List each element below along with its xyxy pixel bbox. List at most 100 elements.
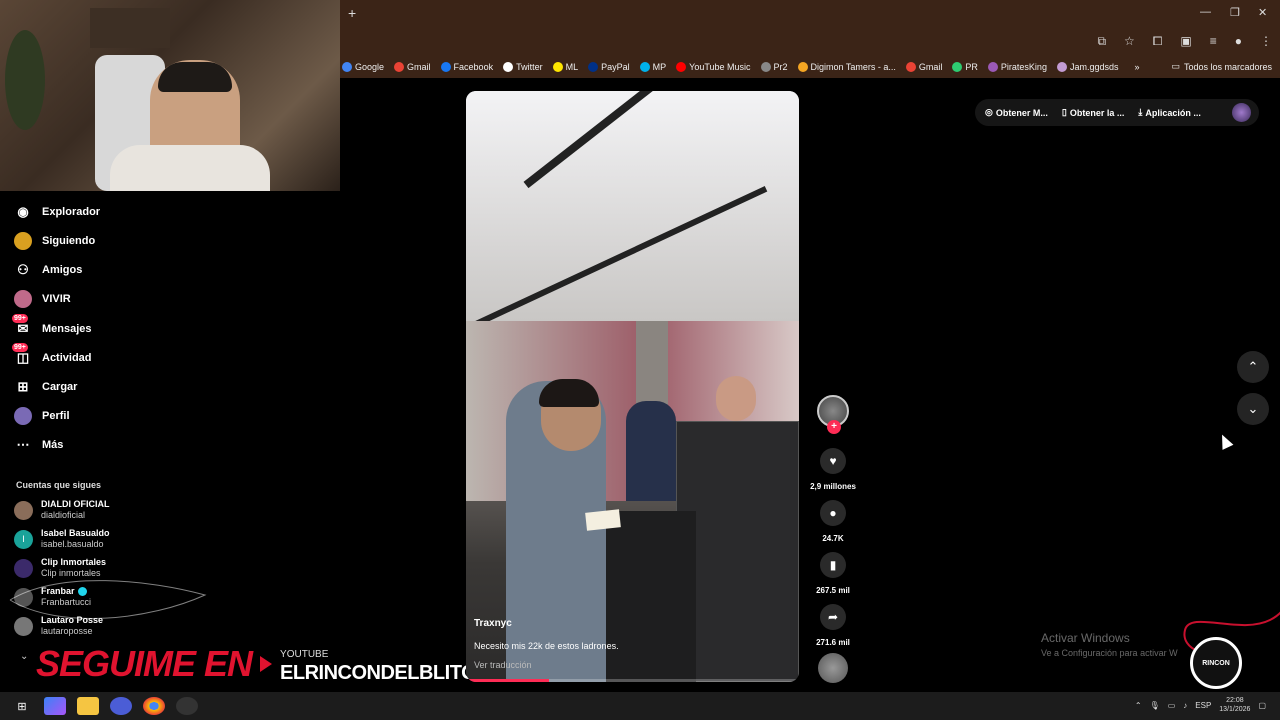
sidebar-item-label: VIVIR — [42, 293, 71, 305]
copilot-icon[interactable] — [44, 697, 66, 715]
user-avatar[interactable] — [1232, 103, 1251, 122]
bookmark-favicon-icon — [905, 62, 916, 72]
translate-icon[interactable]: ▣ — [1180, 34, 1191, 49]
previous-video-button[interactable]: ⌃ — [1237, 351, 1269, 383]
follow-plus-icon[interactable]: + — [827, 420, 841, 434]
show-more-chevron-icon[interactable]: ⌄ — [20, 651, 28, 662]
bookmark-item[interactable]: Pr2 — [760, 62, 788, 72]
chevron-up-icon: ⌃ — [1247, 359, 1259, 374]
bookmark-item[interactable]: Gmail — [905, 62, 942, 72]
windows-taskbar: ⊞ ⌃ 🎙 ▭ ♪ ESP 22:08 13/1/2026 ▢ — [0, 692, 1280, 720]
desktop-app-button[interactable]: ⤓ Aplicación ... — [1138, 107, 1201, 118]
windows-start-icon[interactable]: ⊞ — [11, 697, 33, 715]
avatar — [14, 500, 33, 520]
bookmark-star-icon[interactable]: ☆ — [1124, 34, 1135, 49]
promo-channel: ELRINCONDELBLITO — [280, 662, 477, 684]
bookmark-favicon-icon — [639, 62, 650, 72]
bookmark-item[interactable]: ML — [552, 62, 579, 72]
windows-activation-watermark: Activar Windows Ve a Configuración para … — [1041, 631, 1178, 658]
sidebar-item-label: Siguiendo — [42, 235, 96, 247]
clock-time: 22:08 — [1226, 697, 1244, 704]
bookmark-item[interactable]: Google — [342, 62, 384, 72]
see-translation-link[interactable]: Ver traducción — [474, 660, 792, 670]
clock[interactable]: 22:08 13/1/2026 — [1219, 696, 1250, 714]
account-name: DIALDI OFICIAL — [41, 499, 110, 509]
like-button[interactable]: ♥ — [820, 448, 846, 474]
maximize-icon[interactable]: ❐ — [1230, 6, 1240, 19]
sidebar-item-amigos[interactable]: ⚇ Amigos — [14, 261, 82, 279]
file-explorer-icon[interactable] — [77, 697, 99, 715]
share-button[interactable]: ➦ — [820, 604, 846, 630]
bookmark-favicon-icon — [394, 62, 405, 72]
promo-big-text: SEGUIME EN — [36, 643, 253, 684]
tray-chevron-icon[interactable]: ⌃ — [1135, 701, 1142, 710]
coin-icon: ◎ — [985, 107, 993, 117]
profile-avatar-icon[interactable]: ● — [1235, 34, 1242, 49]
video-player[interactable]: Traxnyc Necesito mis 22k de estos ladron… — [466, 91, 799, 682]
all-bookmarks-button[interactable]: ▭ Todos los marcadores — [1171, 61, 1272, 72]
bookmark-item[interactable]: PayPal — [588, 62, 630, 72]
sidebar-item-explorador[interactable]: ◉ Explorador — [14, 203, 100, 221]
account-name: Isabel Basualdo — [41, 528, 110, 538]
bookmark-item[interactable]: YouTube Music — [676, 62, 751, 72]
bookmark-label: PayPal — [601, 62, 630, 72]
bookmark-item[interactable]: Gmail — [394, 62, 431, 72]
all-bookmarks-label: Todos los marcadores — [1183, 61, 1272, 72]
volume-icon[interactable]: ♪ — [1183, 701, 1187, 710]
chrome-icon[interactable] — [143, 697, 165, 715]
app-icon[interactable] — [110, 697, 132, 715]
microphone-icon[interactable]: 🎙 — [1150, 701, 1160, 710]
avatar: I — [14, 529, 33, 549]
bookmark-item[interactable]: PR — [952, 62, 978, 72]
video-progress-bar[interactable] — [466, 679, 799, 682]
save-button[interactable]: ▮ — [820, 552, 846, 578]
sidebar-item-siguiendo[interactable]: ● Siguiendo — [14, 232, 95, 250]
obs-icon[interactable] — [176, 697, 198, 715]
live-icon: ● — [14, 290, 32, 308]
bookmark-item[interactable]: Twitter — [503, 62, 543, 72]
bookmark-label: Facebook — [453, 62, 494, 72]
following-icon: ● — [14, 232, 32, 250]
sidebar-item-vivir[interactable]: ● VIVIR — [14, 290, 71, 308]
sidebar-item-actividad[interactable]: ◫ 99+ Actividad — [12, 343, 92, 367]
sidebar-item-cargar[interactable]: ⊞ Cargar — [14, 378, 78, 396]
comment-button[interactable]: ● — [820, 500, 846, 526]
pill1-label: Obtener M... — [995, 107, 1048, 118]
sidebar-item-perfil[interactable]: ● Perfil — [14, 407, 70, 425]
minimize-icon[interactable]: — — [1200, 6, 1211, 18]
sidebar-item-más[interactable]: ⋯ Más — [14, 436, 64, 454]
new-tab-icon[interactable]: + — [348, 5, 356, 21]
install-icon[interactable]: ⧉ — [1097, 34, 1106, 49]
sidebar-item-label: Actividad — [42, 352, 92, 364]
bookmark-item[interactable]: PiratesKing — [987, 62, 1047, 72]
profile-icon: ● — [14, 407, 32, 425]
extensions-icon[interactable]: ⧠ — [1153, 34, 1163, 49]
get-coins-button[interactable]: ◎ Obtener M... — [985, 107, 1048, 118]
video-author[interactable]: Traxnyc — [474, 618, 792, 629]
bookmark-favicon-icon — [1056, 62, 1067, 72]
followed-account[interactable]: I Isabel Basualdo isabel.basualdo — [14, 528, 110, 550]
bookmark-label: ML — [565, 62, 579, 72]
bookmark-label: PR — [965, 62, 978, 72]
like-count: 2,9 millones — [810, 482, 856, 491]
sidebar-item-label: Cargar — [42, 381, 78, 393]
network-icon[interactable]: ▭ — [1168, 701, 1176, 710]
bookmark-item[interactable]: Facebook — [440, 62, 494, 72]
sidebar-item-label: Más — [42, 439, 64, 451]
media-icon[interactable]: ≡ — [1210, 34, 1217, 49]
music-disc-icon[interactable] — [818, 653, 848, 683]
followed-account[interactable]: DIALDI OFICIAL dialdioficial — [14, 499, 110, 521]
bookmark-label: Twitter — [516, 62, 543, 72]
sidebar-item-mensajes[interactable]: ✉ 99+ Mensajes — [12, 314, 92, 338]
bookmark-item[interactable]: MP — [639, 62, 666, 72]
menu-icon[interactable]: ⋮ — [1260, 34, 1272, 49]
comment-icon: ● — [829, 506, 837, 520]
close-icon[interactable]: ✕ — [1258, 6, 1267, 19]
bookmark-item[interactable]: Digimon Tamers - a... — [797, 62, 896, 72]
next-video-button[interactable]: ⌄ — [1237, 393, 1269, 425]
language-indicator[interactable]: ESP — [1195, 701, 1211, 710]
bookmark-item[interactable]: Jam.ggdsds — [1056, 62, 1118, 72]
bookmarks-overflow-icon[interactable]: » — [1134, 62, 1139, 72]
notification-icon[interactable]: ▢ — [1258, 701, 1266, 710]
get-app-button[interactable]: ▯ Obtener la ... — [1062, 107, 1124, 118]
